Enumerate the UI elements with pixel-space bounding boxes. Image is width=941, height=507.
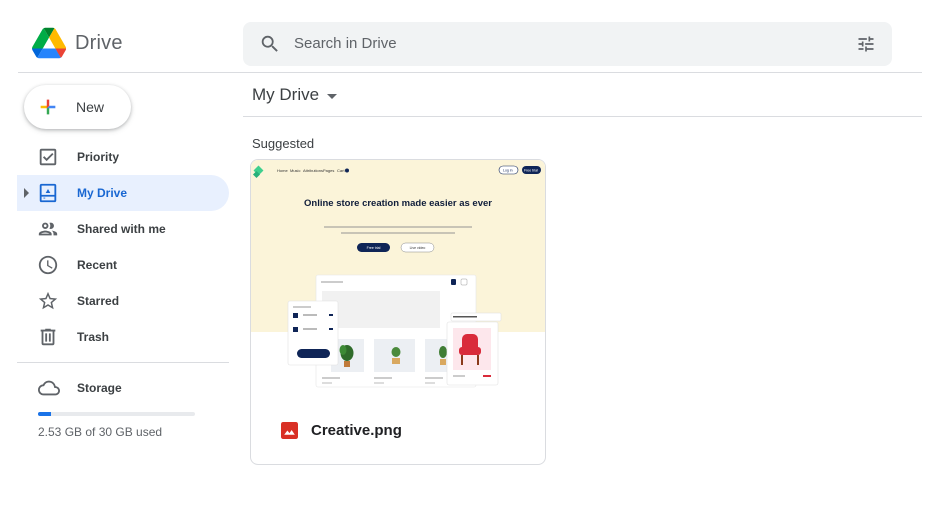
chevron-down-icon[interactable]: [327, 93, 338, 99]
image-file-icon: [281, 422, 298, 439]
preview-nav-cart: Cart: [337, 168, 345, 173]
star-icon: [38, 291, 58, 310]
trash-icon: [40, 328, 56, 346]
sidebar-item-trash[interactable]: Trash: [17, 319, 229, 355]
breadcrumb-my-drive[interactable]: My Drive: [252, 85, 319, 105]
preview-nav-home: Home: [277, 168, 288, 173]
sidebar-item-shared-with-me[interactable]: Shared with me: [17, 211, 229, 247]
search-icon[interactable]: [259, 33, 281, 55]
drive-logo-icon: [32, 27, 66, 59]
sidebar-item-label: Shared with me: [77, 222, 166, 236]
sidebar-item-recent[interactable]: Recent: [17, 247, 229, 283]
priority-check-icon: [39, 148, 57, 166]
shared-people-icon: [38, 222, 58, 236]
plant-2: [391, 347, 401, 364]
sidebar-item-label: Priority: [77, 150, 120, 164]
new-button-label: New: [76, 99, 105, 115]
preview-free-trial: Free trial: [524, 169, 538, 173]
sidebar-item-label: Recent: [77, 258, 118, 272]
preview-headline: Online store creation made easier as eve…: [304, 198, 492, 209]
cloud-icon: [38, 380, 60, 396]
search-input[interactable]: Search in Drive: [294, 35, 397, 52]
sidebar-item-starred[interactable]: Starred: [17, 283, 229, 319]
main-divider: [243, 116, 922, 117]
storage-label: Storage: [77, 381, 122, 395]
thumbnail-preview-image: Home Music Attributions Pages Cart Log i…: [252, 165, 541, 388]
sidebar-divider: [17, 362, 229, 363]
preview-login: Log in: [503, 169, 513, 173]
plus-icon: [40, 99, 56, 115]
file-thumbnail: Home Music Attributions Pages Cart Log i…: [251, 160, 545, 390]
section-title-suggested: Suggested: [252, 136, 315, 151]
plant-3: [439, 346, 447, 365]
storage-progress-fill: [38, 412, 52, 416]
file-name: Creative.png: [311, 422, 402, 439]
new-button[interactable]: New: [24, 85, 131, 129]
app-title: Drive: [75, 31, 123, 54]
file-info[interactable]: Creative.png: [251, 410, 545, 450]
preview-nav-music: Music: [290, 168, 300, 173]
storage-progress-bar: [38, 412, 195, 416]
preview-nav-attributions: Attributions: [303, 168, 323, 173]
storage-used-text: 2.53 GB of 30 GB used: [38, 425, 163, 439]
sidebar-item-my-drive[interactable]: My Drive: [17, 175, 229, 211]
my-drive-icon: [39, 183, 57, 203]
sidebar-nav: Priority My Drive Shared with me Recent …: [17, 139, 229, 355]
preview-cta-trial: Free trial: [367, 246, 381, 250]
drive-logo[interactable]: Drive: [32, 27, 123, 59]
breadcrumb[interactable]: My Drive: [252, 85, 338, 105]
sidebar-item-priority[interactable]: Priority: [17, 139, 229, 175]
clock-icon: [38, 255, 58, 275]
search-bar[interactable]: Search in Drive: [243, 22, 892, 66]
header-divider: [18, 72, 922, 73]
sidebar-item-label: Starred: [77, 294, 120, 308]
preview-cta-video: Live video: [410, 246, 426, 250]
sidebar-item-storage[interactable]: Storage: [17, 373, 229, 403]
sidebar-item-label: Trash: [77, 330, 110, 344]
tune-icon[interactable]: [856, 34, 876, 54]
file-card-creative[interactable]: Home Music Attributions Pages Cart Log i…: [250, 159, 546, 465]
sidebar-item-label: My Drive: [77, 186, 128, 200]
preview-nav-pages: Pages: [323, 168, 334, 173]
expand-arrow-icon[interactable]: [24, 188, 29, 198]
